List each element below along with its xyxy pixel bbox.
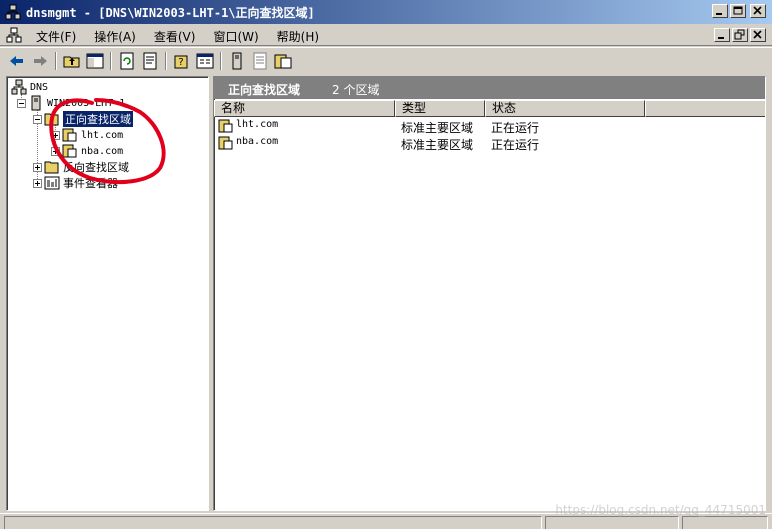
expand-toggle[interactable] [51,146,60,156]
console-icon[interactable] [6,27,22,43]
folder-icon [44,161,59,174]
maximize-button[interactable] [730,4,746,18]
zone-icon [62,144,77,158]
tree-item-server[interactable]: WIN2003-LHT-1 [17,95,125,111]
tree-label: 反向查找区域 [63,161,129,174]
menu-bar: 文件(F) 操作(A) 查看(V) 窗口(W) 帮助(H) [0,24,772,46]
menu-view[interactable]: 查看(V) [148,27,202,46]
server-icon [31,95,41,111]
expand-toggle[interactable] [33,162,42,172]
result-count: 2 个区域 [332,83,380,97]
zone-type: 标准主要区域 [401,138,474,152]
up-one-level-icon[interactable] [63,52,81,70]
zone-type: 标准主要区域 [401,121,474,135]
help-icon[interactable]: ? [173,52,191,70]
toolbar-separator [110,52,112,70]
mdi-close-button[interactable] [750,28,766,42]
tree-label: 正向查找区域 [63,111,133,127]
collapse-toggle[interactable] [17,98,26,108]
tree-item-forward-zones[interactable]: 正向查找区域 [33,111,133,127]
toolbar-separator [220,52,222,70]
toolbar: ? [0,47,772,73]
zone-icon [218,136,233,150]
collapse-toggle[interactable] [33,114,42,124]
back-arrow-icon[interactable] [8,52,26,70]
dns-icon [11,79,27,95]
column-header-type[interactable]: 类型 [395,100,485,117]
tree-item-zone-nba[interactable]: nba.com [51,143,123,159]
tree-label: DNS [30,81,49,93]
expand-toggle[interactable] [33,178,42,188]
refresh-icon[interactable] [118,52,136,70]
status-cell-2 [545,516,679,529]
properties-icon[interactable] [196,52,214,70]
result-pane[interactable]: 正向查找区域 2 个区域 名称 类型 状态 lht.com 标准主要区域 正在运… [213,76,766,511]
event-viewer-icon [44,176,60,190]
folder-open-icon [44,113,59,126]
minimize-button[interactable] [712,4,728,18]
status-cell-main [4,516,542,529]
tree-label: WIN2003-LHT-1 [47,97,126,109]
column-header-status[interactable]: 状态 [485,100,645,117]
tree-item-dns[interactable]: DNS [11,79,48,95]
list-item[interactable]: nba.com 标准主要区域 正在运行 [218,135,763,152]
forward-arrow-icon[interactable] [31,52,49,70]
tree-item-event-viewer[interactable]: 事件查看器 [33,175,118,191]
expand-toggle[interactable] [51,130,60,140]
zone-record-icon[interactable] [274,52,292,70]
menu-window[interactable]: 窗口(W) [207,27,264,46]
show-hide-tree-icon[interactable] [86,52,104,70]
close-button[interactable] [750,4,766,18]
zone-name: nba.com [236,136,279,147]
zone-icon [62,128,77,142]
status-cell-3 [682,516,768,529]
console-tree[interactable]: DNS WIN2003-LHT-1 正向查找区域 lht.com nba.com… [6,76,209,511]
server-icon[interactable] [228,52,246,70]
tree-label: 事件查看器 [63,177,118,190]
dns-app-icon [5,4,21,20]
svg-text:?: ? [178,57,183,68]
result-header-band: 正向查找区域 2 个区域 [214,77,765,99]
close-icon [753,6,762,15]
zone-status: 正在运行 [491,121,540,135]
list-item[interactable]: lht.com 标准主要区域 正在运行 [218,118,763,135]
result-pane-title: 正向查找区域 [228,83,301,97]
title-bar[interactable]: dnsmgmt - [DNS\WIN2003-LHT-1\正向查找区域] [0,0,772,24]
close-icon [753,30,762,39]
zone-name: lht.com [236,119,279,130]
menu-file[interactable]: 文件(F) [30,27,82,46]
tree-label: lht.com [81,129,124,141]
zone-status: 正在运行 [491,138,540,152]
restore-icon [734,29,745,40]
toolbar-separator [165,52,167,70]
toolbar-separator [55,52,57,70]
column-header-name[interactable]: 名称 [214,100,395,117]
mdi-restore-button[interactable] [732,28,748,42]
menu-help[interactable]: 帮助(H) [271,27,325,46]
tree-item-zone-lht[interactable]: lht.com [51,127,123,143]
menu-action[interactable]: 操作(A) [88,27,142,46]
mdi-minimize-button[interactable] [714,28,730,42]
maximize-icon [733,6,743,15]
zone-icon [218,119,233,133]
minimize-icon [716,13,722,15]
minimize-icon [718,37,724,39]
window-title: dnsmgmt - [DNS\WIN2003-LHT-1\正向查找区域] [26,6,315,20]
column-header-blank [645,100,765,117]
export-list-icon[interactable] [141,52,159,70]
tree-label: nba.com [81,145,124,157]
tree-item-reverse-zones[interactable]: 反向查找区域 [33,159,129,175]
new-zone-icon[interactable] [251,52,269,70]
watermark: https://blog.csdn.net/qq_44715001 [555,503,766,517]
